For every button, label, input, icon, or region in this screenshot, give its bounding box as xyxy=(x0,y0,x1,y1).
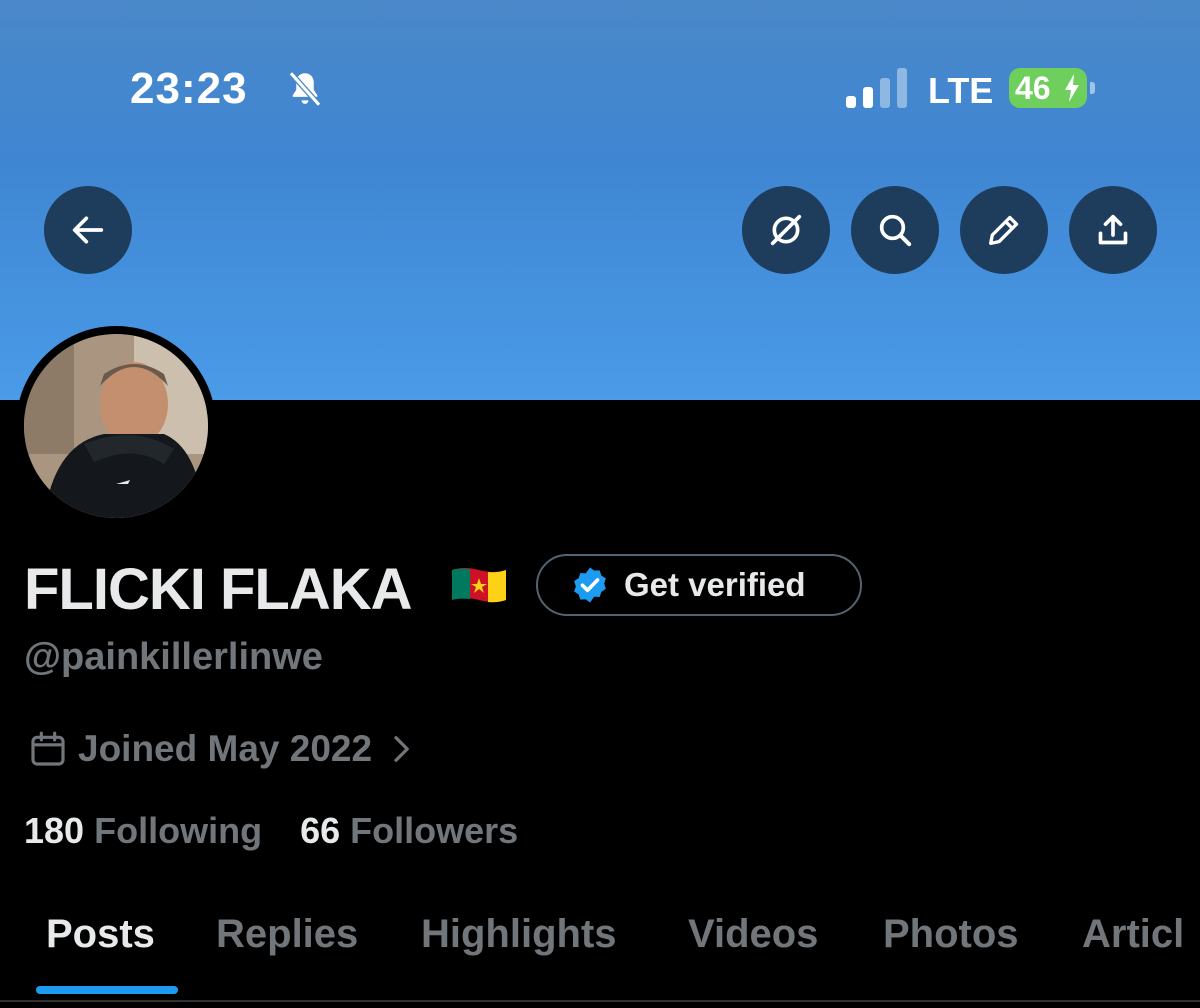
avatar[interactable] xyxy=(24,334,208,518)
follow-stats: 180 Following 66 Followers xyxy=(24,810,518,852)
chevron-right-icon xyxy=(394,736,409,762)
tab-replies[interactable]: Replies xyxy=(216,912,358,957)
followers-label: Followers xyxy=(350,810,519,851)
verified-badge-icon xyxy=(574,567,606,603)
back-button[interactable] xyxy=(44,186,132,274)
arrow-left-icon xyxy=(72,216,104,244)
charging-bolt-icon xyxy=(1065,74,1079,102)
tabs-divider xyxy=(0,1000,1200,1002)
tab-photos[interactable]: Photos xyxy=(883,912,1019,957)
tab-videos[interactable]: Videos xyxy=(688,912,818,957)
share-button[interactable] xyxy=(1069,186,1157,274)
followers-link[interactable]: 66 Followers xyxy=(300,810,518,851)
profile-handle: @painkillerlinwe xyxy=(24,636,323,678)
joined-date: Joined May 2022 xyxy=(78,728,373,769)
status-time: 23:23 xyxy=(130,64,248,113)
battery-indicator: 46 xyxy=(1009,68,1087,108)
grok-button[interactable] xyxy=(742,186,830,274)
cameroon-flag-emoji xyxy=(452,568,506,603)
cellular-signal-icon xyxy=(846,68,907,108)
get-verified-label: Get verified xyxy=(624,566,806,603)
edit-button[interactable] xyxy=(960,186,1048,274)
search-icon xyxy=(879,214,912,247)
battery-level: 46 xyxy=(1015,70,1051,106)
network-type: LTE xyxy=(928,70,994,111)
tab-articles[interactable]: Articl xyxy=(1082,912,1184,957)
following-link[interactable]: 180 Following xyxy=(24,810,272,851)
search-button[interactable] xyxy=(851,186,939,274)
pencil-icon xyxy=(989,215,1019,245)
following-count: 180 xyxy=(24,810,85,851)
grok-icon xyxy=(770,214,802,246)
get-verified-button[interactable]: Get verified xyxy=(536,554,862,616)
bell-slash-icon xyxy=(288,71,322,107)
joined-date-row[interactable]: Joined May 2022 xyxy=(28,728,416,770)
calendar-icon xyxy=(31,731,65,766)
profile-name: FLICKI FLAKA xyxy=(24,557,412,622)
following-label: Following xyxy=(94,810,263,851)
followers-count: 66 xyxy=(300,810,341,851)
active-tab-indicator xyxy=(36,986,178,994)
battery-nub xyxy=(1090,82,1095,94)
tab-highlights[interactable]: Highlights xyxy=(421,912,617,957)
share-icon xyxy=(1098,214,1128,245)
profile-tabs: Posts Replies Highlights Videos Photos A… xyxy=(0,908,1200,1008)
tab-posts[interactable]: Posts xyxy=(46,912,155,957)
avatar-photo xyxy=(24,334,208,518)
